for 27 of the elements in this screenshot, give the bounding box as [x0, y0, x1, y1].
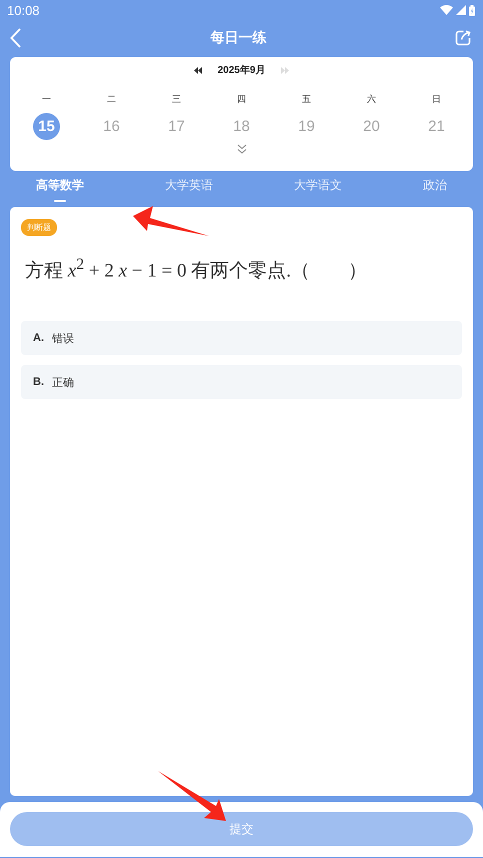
answer-option[interactable]: A. 错误: [21, 321, 462, 356]
subject-tab[interactable]: 大学语文: [270, 171, 366, 207]
subject-tab[interactable]: 政治: [399, 171, 471, 207]
annotation-arrow: [158, 771, 226, 821]
question-type-tag: 判断题: [21, 219, 57, 236]
status-time: 10:08: [7, 2, 40, 18]
expand-icon[interactable]: [236, 144, 246, 154]
signal-icon: [456, 5, 466, 15]
weekday-label: 日: [432, 93, 441, 105]
weekday-label: 五: [302, 93, 311, 105]
double-left-arrow-icon[interactable]: [194, 66, 202, 74]
wifi-icon: [440, 5, 453, 15]
weekday-label: 四: [237, 93, 246, 105]
calendar-day[interactable]: 15: [33, 113, 60, 140]
page-title: 每日一练: [210, 29, 266, 47]
share-icon[interactable]: [455, 30, 471, 46]
weekday-label: 一: [42, 93, 51, 105]
weekday-label: 二: [107, 93, 116, 105]
subject-tab[interactable]: 高等数学: [12, 171, 108, 207]
subject-tab[interactable]: 大学英语: [141, 171, 237, 207]
weekday-label: 六: [367, 93, 376, 105]
weekday-label: 三: [172, 93, 181, 105]
back-icon[interactable]: [10, 28, 22, 48]
battery-icon: [469, 4, 475, 16]
month-label: 2025年9月: [218, 64, 266, 77]
question-text: 方程 x$^{2}$ + 2 x − 1 = 0 有两个零点.（ ）: [25, 256, 368, 284]
answer-option[interactable]: B. 正确: [21, 365, 462, 400]
